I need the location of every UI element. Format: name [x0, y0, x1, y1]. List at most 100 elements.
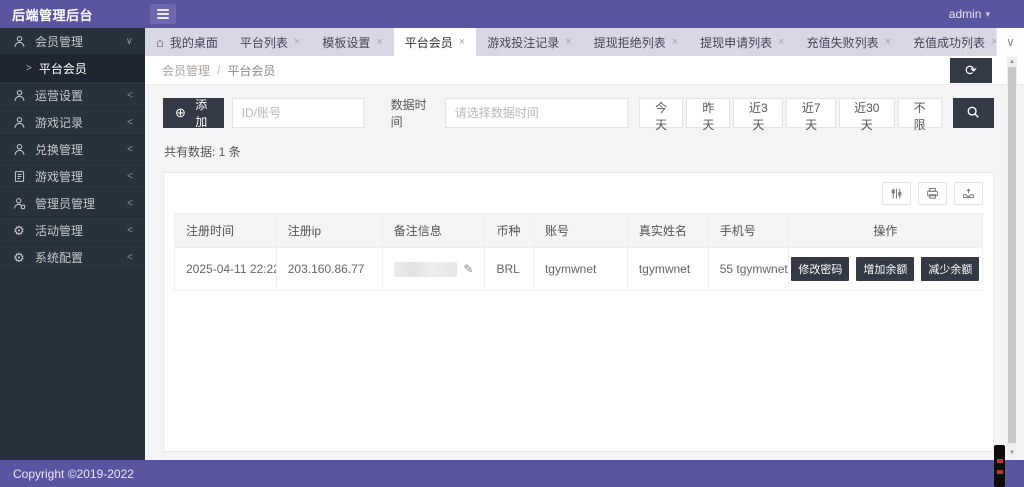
close-icon[interactable]: ×	[376, 36, 382, 48]
app-title: 后端管理后台	[0, 5, 145, 24]
footer: Copyright ©2019-2022	[0, 460, 1024, 487]
range-7days-button[interactable]: 近7天	[786, 98, 836, 128]
scroll-up-arrow[interactable]: ▲	[1007, 57, 1017, 66]
decrease-balance-button[interactable]: 减少余额	[921, 257, 979, 281]
range-3days-button[interactable]: 近3天	[733, 98, 783, 128]
date-range-input[interactable]	[445, 98, 628, 128]
cell-actions: 修改密码 增加余额 减少余额	[789, 248, 983, 291]
refresh-icon: ⟳	[965, 62, 977, 79]
add-button[interactable]: ⊕ 添加	[163, 98, 224, 128]
tab-withdraw-rejected-list[interactable]: 提现拒绝列表 ×	[583, 28, 689, 56]
redacted-remark-value	[394, 262, 458, 277]
chevron-right-icon: >	[26, 63, 32, 74]
main-area: ⌂ 我的桌面 平台列表 × 模板设置 × 平台会员 × 游戏投注记录 × 提现拒…	[145, 28, 1024, 460]
sidebar-item-member-management[interactable]: 会员管理 ∨	[0, 28, 145, 55]
sidebar-item-operation-settings[interactable]: 运营设置 <	[0, 82, 145, 109]
range-yesterday-button[interactable]: 昨天	[686, 98, 730, 128]
refresh-button[interactable]: ⟳	[950, 58, 992, 83]
column-header: 注册时间	[174, 213, 277, 248]
tab-list-dropdown-button[interactable]: ∨	[996, 28, 1024, 56]
cell-currency: BRL	[485, 248, 534, 291]
sidebar-item-exchange-management[interactable]: 兑换管理 <	[0, 136, 145, 163]
column-header: 账号	[534, 213, 628, 248]
sidebar: 会员管理 ∨ > 平台会员 运营设置 < 游戏记录 < 兑换管理 < 游戏管理 …	[0, 28, 145, 460]
caret-down-icon: ▾	[985, 9, 990, 20]
sidebar-subitem-platform-members[interactable]: > 平台会员	[0, 55, 145, 82]
table-header-row: 注册时间 注册ip 备注信息 币种 账号 真实姓名 手机号 操作	[174, 213, 983, 248]
tab-game-bet-records[interactable]: 游戏投注记录 ×	[476, 28, 582, 56]
export-icon	[962, 187, 975, 200]
printer-icon	[926, 187, 939, 200]
chevron-down-icon: ∨	[1006, 35, 1015, 49]
sidebar-item-game-management[interactable]: 游戏管理 <	[0, 163, 145, 190]
table-toolbar	[174, 182, 983, 206]
top-bar: 后端管理后台 admin ▾	[0, 0, 1024, 28]
gear-icon: ⚙	[12, 223, 26, 237]
tab-platform-members[interactable]: 平台会员 ×	[394, 28, 476, 56]
close-icon[interactable]: ×	[565, 36, 571, 48]
sidebar-item-admin-management[interactable]: 管理员管理 <	[0, 190, 145, 217]
print-button[interactable]	[918, 182, 947, 205]
tab-label: 游戏投注记录	[487, 34, 559, 51]
close-icon[interactable]: ×	[672, 36, 678, 48]
home-icon: ⌂	[156, 35, 164, 50]
chevron-left-icon: <	[127, 225, 133, 236]
export-button[interactable]	[954, 182, 983, 205]
scroll-down-arrow[interactable]: ▼	[1007, 448, 1017, 457]
copyright-text: Copyright ©2019-2022	[13, 467, 134, 481]
cell-register-ip: 203.160.86.77	[277, 248, 383, 291]
tab-label: 提现拒绝列表	[594, 34, 666, 51]
scrollbar-thumb[interactable]	[1008, 67, 1016, 443]
tab-label: 我的桌面	[170, 34, 218, 51]
sidebar-item-game-records[interactable]: 游戏记录 <	[0, 109, 145, 136]
tab-withdraw-request-list[interactable]: 提现申请列表 ×	[689, 28, 795, 56]
tab-my-desktop[interactable]: ⌂ 我的桌面	[145, 28, 229, 56]
tab-recharge-success-list[interactable]: 充值成功列表 ×	[902, 28, 1008, 56]
chevron-left-icon: <	[127, 198, 133, 209]
page-content: ⊕ 添加 数据时间 今天 昨天 近3天 近7天 近30天 不限 共有数据: 1 …	[145, 85, 1024, 460]
tab-platform-list[interactable]: 平台列表 ×	[229, 28, 311, 56]
chevron-left-icon: <	[127, 117, 133, 128]
columns-icon	[890, 187, 903, 200]
record-count: 共有数据: 1 条	[164, 143, 994, 160]
username: admin	[949, 7, 982, 21]
chevron-down-icon: ∨	[126, 36, 133, 47]
change-password-button[interactable]: 修改密码	[791, 257, 849, 281]
tab-label: 充值失败列表	[807, 34, 879, 51]
user-menu[interactable]: admin ▾	[949, 7, 1024, 21]
range-today-button[interactable]: 今天	[639, 98, 683, 128]
search-button[interactable]	[953, 98, 994, 128]
tab-recharge-failed-list[interactable]: 充值失败列表 ×	[796, 28, 902, 56]
id-account-input[interactable]	[232, 98, 364, 128]
close-icon[interactable]: ×	[885, 36, 891, 48]
sidebar-item-activity-management[interactable]: ⚙ 活动管理 <	[0, 217, 145, 244]
sidebar-subitem-label: 平台会员	[39, 60, 87, 77]
filter-toolbar: ⊕ 添加 数据时间 今天 昨天 近3天 近7天 近30天 不限	[163, 96, 994, 130]
tab-label: 提现申请列表	[700, 34, 772, 51]
sidebar-item-label: 游戏管理	[35, 168, 83, 185]
vertical-scrollbar[interactable]: ▲ ▼	[1007, 57, 1017, 457]
breadcrumb-section: 会员管理	[162, 62, 210, 79]
sidebar-item-label: 运营设置	[35, 87, 83, 104]
column-filter-button[interactable]	[882, 182, 911, 205]
close-icon[interactable]: ×	[459, 36, 465, 48]
breadcrumb-separator: /	[217, 63, 220, 77]
cell-phone: 55 tgymwnet	[709, 248, 789, 291]
chevron-left-icon: <	[127, 90, 133, 101]
sidebar-item-system-config[interactable]: ⚙ 系统配置 <	[0, 244, 145, 271]
close-icon[interactable]: ×	[294, 36, 300, 48]
close-icon[interactable]: ×	[778, 36, 784, 48]
gear-icon: ⚙	[12, 250, 26, 264]
chevron-left-icon: <	[127, 144, 133, 155]
hamburger-menu-icon[interactable]	[150, 4, 176, 24]
cell-remark: ✎	[383, 248, 486, 291]
floating-service-widget[interactable]	[994, 445, 1005, 487]
user-icon	[12, 142, 26, 156]
range-30days-button[interactable]: 近30天	[839, 98, 894, 128]
column-header: 操作	[789, 213, 983, 248]
edit-pencil-icon[interactable]: ✎	[463, 262, 473, 276]
table-row: 2025-04-11 22:22:26 203.160.86.77 ✎ BRL …	[174, 248, 983, 291]
increase-balance-button[interactable]: 增加余额	[856, 257, 914, 281]
tab-template-settings[interactable]: 模板设置 ×	[311, 28, 393, 56]
range-unlimited-button[interactable]: 不限	[898, 98, 942, 128]
